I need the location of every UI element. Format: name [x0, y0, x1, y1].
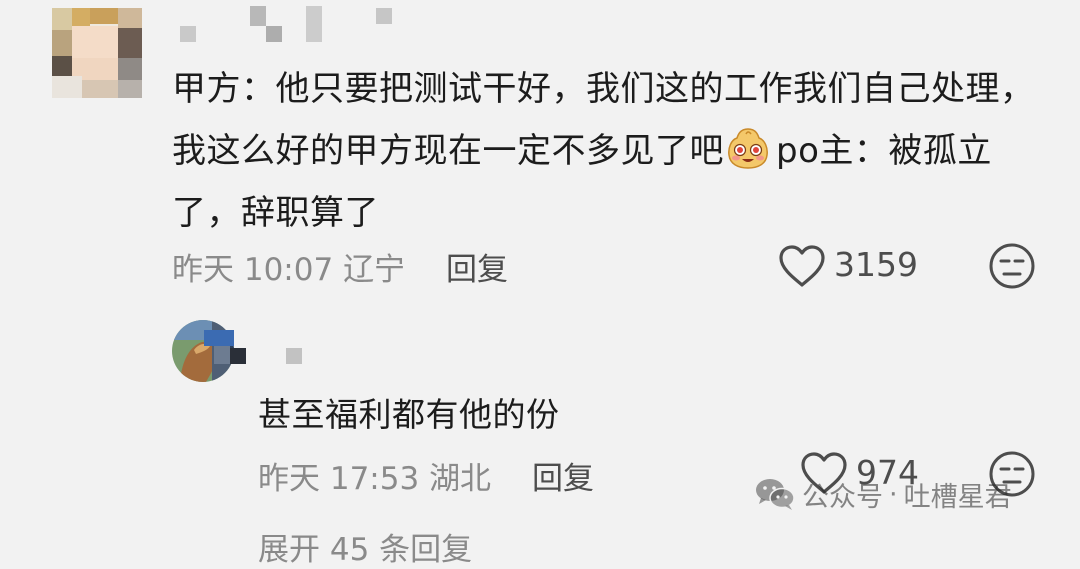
comment-location: 辽宁: [343, 252, 406, 288]
watermark: 公众号 · 吐槽星君: [754, 474, 1012, 514]
comment-meta: 昨天 10:07 辽宁: [172, 244, 405, 289]
wechat-icon: [754, 477, 796, 511]
reply-location: 湖北: [429, 461, 492, 497]
smiling-dog-face-emoji: [726, 126, 770, 170]
avatar-image: [52, 8, 142, 98]
reply-button[interactable]: 回复: [446, 244, 508, 289]
like-count: 3159: [834, 245, 918, 284]
comment-time: 昨天 10:07: [172, 252, 334, 288]
commenter-avatar[interactable]: [52, 8, 142, 98]
reply-username-mosaic: [200, 330, 310, 366]
reply-time: 昨天 17:53: [258, 461, 420, 497]
reply-button[interactable]: 回复: [532, 453, 594, 498]
reply-meta: 昨天 17:53 湖北: [258, 453, 491, 498]
heart-icon[interactable]: [778, 245, 826, 291]
dislike-face-icon[interactable]: [988, 242, 1036, 294]
reply-text: 甚至福利都有他的份: [258, 395, 560, 434]
expand-replies-link[interactable]: 展开 45 条回复: [258, 524, 472, 569]
watermark-source: 公众号: [802, 481, 883, 513]
username-mosaic: [178, 6, 398, 46]
watermark-separator: ·: [889, 478, 898, 510]
comment-text: 甲方：他只要把测试干好，我们这的工作我们自己处理，我这么好的甲方现在一定不多见了…: [172, 58, 1052, 244]
watermark-account: 吐槽星君: [903, 481, 1012, 513]
